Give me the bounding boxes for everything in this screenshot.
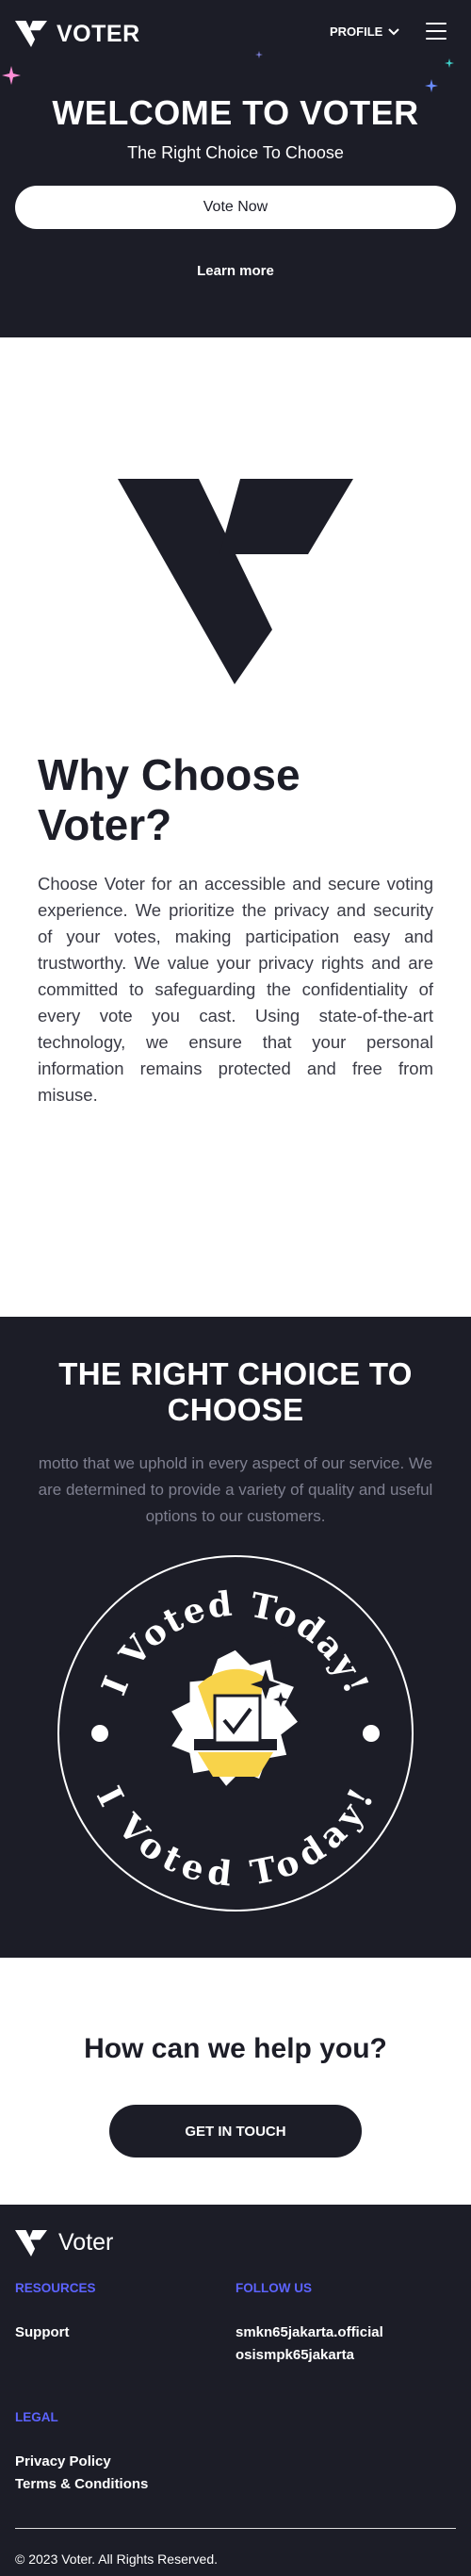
footer: Voter RESOURCES Support FOLLOW US smkn65… [0,2205,471,2576]
right-choice-description: motto that we uphold in every aspect of … [38,1454,433,1525]
hero-section: VOTER PROFILE WELCOME TO VOTER The Right… [0,0,471,337]
copyright: © 2023 Voter. All Rights Reserved. [15,2551,218,2567]
voter-logo-icon [118,479,353,684]
footer-brand-name: Voter [58,2229,114,2256]
instagram-link-osis[interactable]: osismpk65jakarta [236,2344,456,2367]
ballot-box-icon [167,1637,302,1791]
help-section: How can we help you? GET IN TOUCH [0,1958,471,2205]
voter-logo-icon [15,21,47,47]
brand-logo[interactable]: VOTER [15,21,140,48]
profile-menu[interactable]: PROFILE [330,25,400,39]
hero-subtitle: The Right Choice To Choose [127,143,344,162]
instagram-link-school[interactable]: smkn65jakarta.official [236,2322,456,2344]
footer-follow-us: FOLLOW US smkn65jakarta.official osismpk… [236,2281,456,2367]
legal-heading: LEGAL [15,2410,58,2424]
get-in-touch-button[interactable]: GET IN TOUCH [109,2105,362,2158]
why-section: Why Choose Voter? Choose Voter for an ac… [0,479,471,1317]
brand-name: VOTER [57,20,140,47]
profile-label: PROFILE [330,25,383,39]
help-title: How can we help you? [84,2033,387,2064]
chevron-down-icon [388,27,400,35]
why-title: Why Choose Voter? [38,750,300,849]
footer-legal: LEGAL Privacy Policy Terms & Conditions [15,2410,456,2496]
learn-more-link[interactable]: Learn more [0,263,471,279]
i-voted-today-badge: I Voted Today! I Voted Today! [57,1555,414,1911]
sparkle-icon [255,51,263,58]
menu-icon[interactable] [426,23,447,40]
right-choice-section: THE RIGHT CHOICE TO CHOOSE motto that we… [0,1317,471,1958]
privacy-policy-link[interactable]: Privacy Policy [15,2451,456,2473]
terms-link[interactable]: Terms & Conditions [15,2473,456,2496]
resources-heading: RESOURCES [15,2281,96,2295]
footer-resources: RESOURCES Support [15,2281,236,2367]
sparkle-icon [425,79,438,92]
sparkle-icon [2,66,21,85]
sparkle-icon [445,58,454,68]
vote-now-button[interactable]: Vote Now [15,186,456,229]
hero-title: WELCOME TO VOTER [52,93,419,132]
follow-us-heading: FOLLOW US [236,2281,312,2295]
footer-brand[interactable]: Voter [15,2229,456,2256]
why-description: Choose Voter for an accessible and secur… [38,873,433,1105]
support-link[interactable]: Support [15,2322,236,2344]
voter-logo-icon [15,2229,47,2256]
navbar: VOTER PROFILE [0,0,471,68]
footer-divider [15,2528,456,2529]
right-choice-title: THE RIGHT CHOICE TO CHOOSE [58,1356,413,1427]
